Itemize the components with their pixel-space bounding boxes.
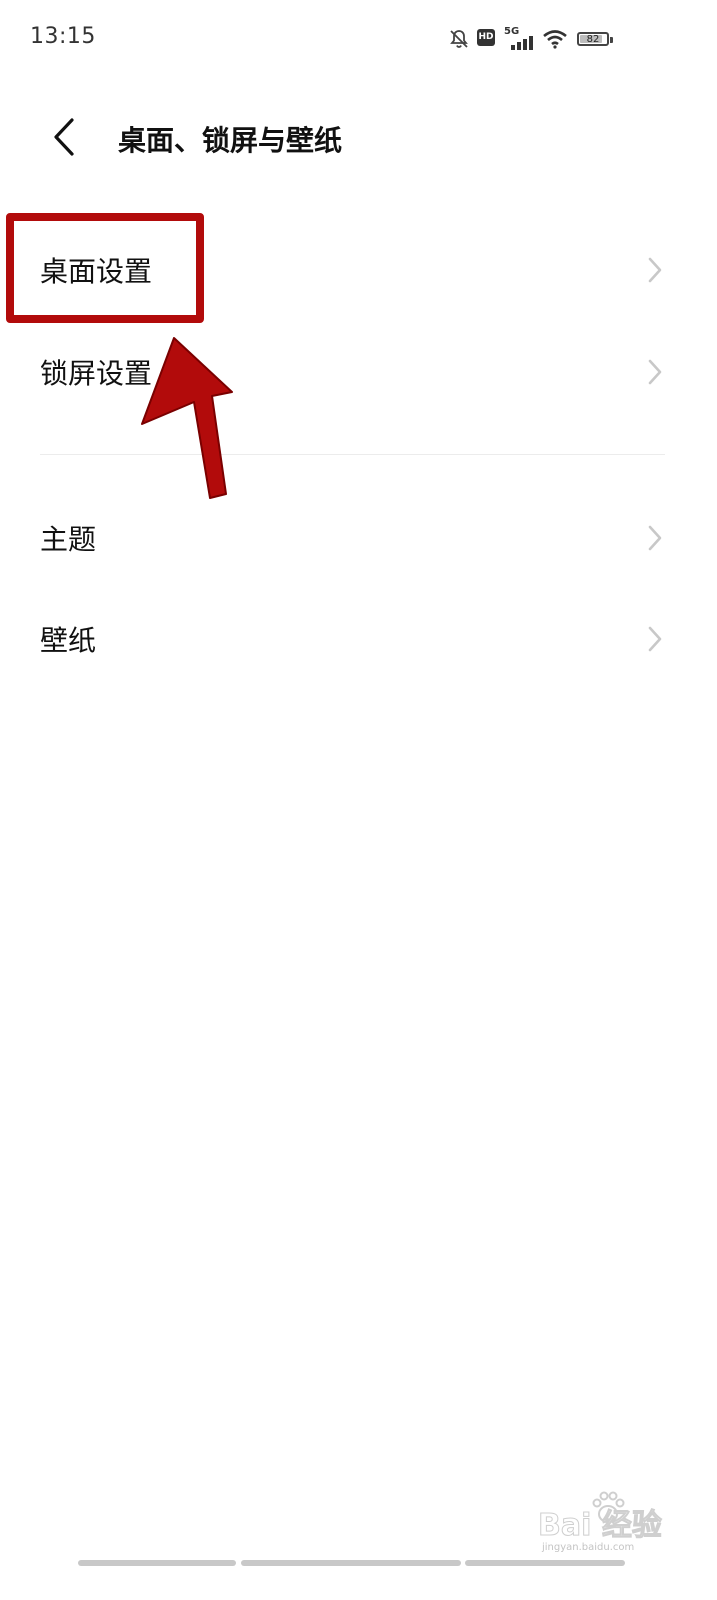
lockscreen-settings-label: 锁屏设置 <box>40 357 153 390</box>
page-title: 桌面、锁屏与壁纸 <box>118 124 343 157</box>
desktop-settings-item[interactable]: 桌面设置 <box>0 220 717 320</box>
battery-level: 82 <box>586 34 600 45</box>
baidu-watermark: Bai 经验 jingyan.baidu.com <box>538 1490 688 1560</box>
chevron-right-icon <box>648 626 662 652</box>
scroll-indicator <box>465 1560 625 1566</box>
wallpaper-label: 壁纸 <box>40 624 97 657</box>
status-time: 13:15 <box>30 24 96 49</box>
header: 桌面、锁屏与壁纸 <box>0 100 717 176</box>
status-bar: 13:15 HD 5G 82 <box>0 0 717 80</box>
wallpaper-item[interactable]: 壁纸 <box>0 589 717 689</box>
desktop-settings-label: 桌面设置 <box>40 255 153 288</box>
theme-item[interactable]: 主题 <box>0 488 717 588</box>
signal-icon <box>511 36 533 50</box>
scroll-indicator <box>78 1560 236 1566</box>
wifi-icon <box>543 30 567 49</box>
bell-off-icon <box>450 30 468 48</box>
battery-cap <box>610 37 613 43</box>
watermark-url: jingyan.baidu.com <box>542 1542 635 1553</box>
watermark-text: Bai 经验 <box>538 1508 663 1544</box>
lockscreen-settings-item[interactable]: 锁屏设置 <box>0 322 717 422</box>
chevron-right-icon <box>648 525 662 551</box>
chevron-left-icon <box>54 118 74 156</box>
chevron-right-icon <box>648 257 662 283</box>
scroll-indicator <box>241 1560 461 1566</box>
status-icons: HD 5G 82 <box>448 26 618 56</box>
chevron-right-icon <box>648 359 662 385</box>
battery-icon: 82 <box>577 32 609 46</box>
section-divider <box>40 454 665 455</box>
theme-label: 主题 <box>40 523 97 556</box>
back-button[interactable] <box>42 114 88 160</box>
hd-icon: HD <box>477 29 495 46</box>
